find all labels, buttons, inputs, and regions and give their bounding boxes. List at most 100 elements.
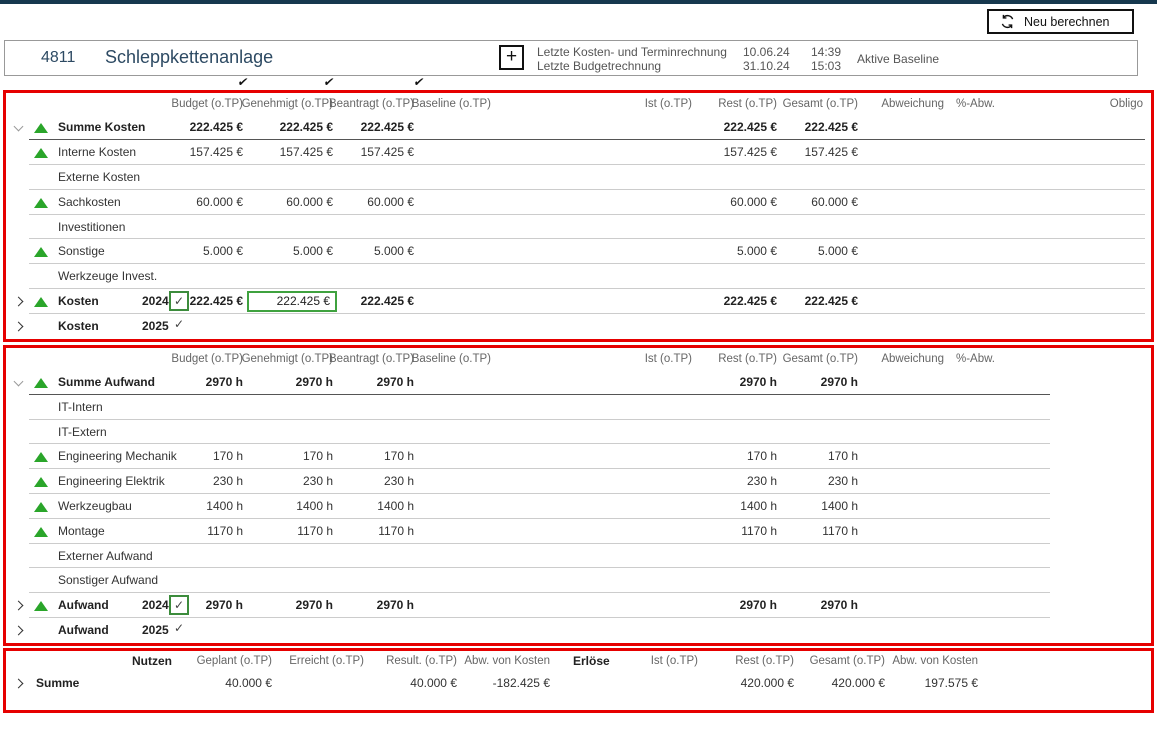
aufwand-table-row[interactable]: Sonstiger Aufwand xyxy=(6,568,1151,593)
col-abweichung: Abweichung xyxy=(881,93,944,115)
cell-genehmigt: 1170 h xyxy=(297,519,333,544)
aufwand-table-row[interactable]: Aufwand 2024 ✓ 2970 h 2970 h 2970 h 2970… xyxy=(6,593,1151,618)
cell-beantragt: 222.425 € xyxy=(361,289,414,314)
kosten-table-row[interactable]: Interne Kosten 157.425 € 157.425 € 157.4… xyxy=(6,140,1151,165)
nutzen-summe-row[interactable]: Summe 40.000 € 40.000 € -182.425 € 420.0… xyxy=(6,671,1151,695)
col-geplant: Geplant (o.TP) xyxy=(197,651,272,671)
aufwand-table-row[interactable]: Externer Aufwand xyxy=(6,544,1151,569)
column-marker-icon[interactable]: ✔ xyxy=(223,75,250,89)
year-checkbox[interactable]: ✓ xyxy=(169,620,189,640)
col-rest: Rest (o.TP) xyxy=(718,348,777,370)
cell-rest: 222.425 € xyxy=(724,289,777,314)
col-gesamt: Gesamt (o.TP) xyxy=(783,348,858,370)
last-budget-calculation-time: 15:03 xyxy=(811,59,841,73)
cell-genehmigt: 1400 h xyxy=(296,494,333,519)
active-baseline-label: Aktive Baseline xyxy=(857,52,939,66)
expander-icon[interactable] xyxy=(14,377,24,387)
aufwand-table-row[interactable]: Werkzeugbau 1400 h 1400 h 1400 h 1400 h … xyxy=(6,494,1151,519)
cell-beantragt: 170 h xyxy=(384,444,414,469)
aufwand-table-row[interactable]: Summe Aufwand 2970 h 2970 h 2970 h 2970 … xyxy=(6,370,1151,395)
green-triangle-icon xyxy=(34,378,48,388)
year-checkbox[interactable]: ✓ xyxy=(169,595,189,615)
row-year: 2025 xyxy=(142,314,169,339)
cell-budget: 1400 h xyxy=(206,494,243,519)
col-erreicht: Erreicht (o.TP) xyxy=(289,651,364,671)
last-cost-calculation: Letzte Kosten- und Terminrechnung 10.06.… xyxy=(537,45,727,59)
expander-icon[interactable] xyxy=(14,322,24,332)
green-triangle-icon xyxy=(34,297,48,307)
cell-budget: 60.000 € xyxy=(196,190,243,215)
recalculate-button[interactable]: Neu berechnen xyxy=(987,9,1134,34)
green-triangle-icon xyxy=(34,601,48,611)
kosten-table-row[interactable]: Investitionen xyxy=(6,215,1151,240)
col-prozent-abw: %-Abw. xyxy=(956,93,995,115)
expander-icon[interactable] xyxy=(14,122,24,132)
cell-genehmigt: 222.425 € xyxy=(280,115,333,140)
aufwand-header-row: Budget (o.TP) Genehmigt (o.TP) Beantragt… xyxy=(6,348,1151,370)
col-abw-von-kosten: Abw. von Kosten xyxy=(464,651,550,671)
aufwand-table-row[interactable]: Engineering Mechanik 170 h 170 h 170 h 1… xyxy=(6,444,1151,469)
aufwand-table-row[interactable]: Montage 1170 h 1170 h 1170 h 1170 h 1170… xyxy=(6,519,1151,544)
green-triangle-icon xyxy=(34,452,48,462)
cell-gesamt: 2970 h xyxy=(821,593,858,618)
cell-rest: 222.425 € xyxy=(724,115,777,140)
row-label: Externer Aufwand xyxy=(58,544,153,569)
kosten-table-row[interactable]: Sonstige 5.000 € 5.000 € 5.000 € 5.000 €… xyxy=(6,239,1151,264)
add-icon[interactable]: + xyxy=(499,45,524,70)
green-triangle-icon xyxy=(34,247,48,257)
last-cost-calculation-date: 10.06.24 xyxy=(743,45,790,59)
cell-rest: 170 h xyxy=(747,444,777,469)
kosten-table-row[interactable]: Werkzeuge Invest. xyxy=(6,264,1151,289)
col-abweichung: Abweichung xyxy=(881,348,944,370)
row-label: Summe Kosten xyxy=(58,115,145,140)
last-cost-calculation-label: Letzte Kosten- und Terminrechnung xyxy=(537,45,727,59)
col-erloese: Erlöse xyxy=(573,651,610,671)
cell-budget: 222.425 € xyxy=(190,115,243,140)
cell-budget: 2970 h xyxy=(206,370,243,395)
kosten-table-row[interactable]: Summe Kosten 222.425 € 222.425 € 222.425… xyxy=(6,115,1151,140)
cell-genehmigt: 5.000 € xyxy=(293,239,333,264)
row-label: Werkzeuge Invest. xyxy=(58,264,157,289)
kosten-table-row[interactable]: Kosten 2025 ✓ xyxy=(6,314,1151,339)
cell-gesamt: 170 h xyxy=(828,444,858,469)
project-title: Schleppkettenanlage xyxy=(105,47,273,68)
cell-rest: 420.000 € xyxy=(741,671,794,695)
kosten-panel: Budget (o.TP) Genehmigt (o.TP) Beantragt… xyxy=(3,90,1154,342)
year-checkbox[interactable]: ✓ xyxy=(169,291,189,311)
cell-rest: 1400 h xyxy=(740,494,777,519)
column-marker-icon[interactable]: ✔ xyxy=(399,75,426,89)
col-ist: Ist (o.TP) xyxy=(645,93,692,115)
cell-beantragt: 60.000 € xyxy=(367,190,414,215)
aufwand-table-row[interactable]: IT-Extern xyxy=(6,420,1151,445)
cell-gesamt: 157.425 € xyxy=(805,140,858,165)
genehmigt-edit-cell[interactable]: 222.425 € xyxy=(247,291,337,312)
cell-gesamt: 1400 h xyxy=(821,494,858,519)
col-prozent-abw: %-Abw. xyxy=(956,348,995,370)
col-gesamt: Gesamt (o.TP) xyxy=(810,651,885,671)
expander-icon[interactable] xyxy=(14,297,24,307)
kosten-table-row[interactable]: Kosten 2024 ✓ 222.425 € 222.425 € 222.42… xyxy=(6,289,1151,314)
cell-abw-von-kosten: -182.425 € xyxy=(493,671,550,695)
aufwand-table-row[interactable]: Aufwand 2025 ✓ xyxy=(6,618,1151,643)
expander-icon[interactable] xyxy=(14,626,24,636)
aufwand-table-row[interactable]: Engineering Elektrik 230 h 230 h 230 h 2… xyxy=(6,469,1151,494)
aufwand-table-row[interactable]: IT-Intern xyxy=(6,395,1151,420)
row-label: Aufwand xyxy=(58,618,109,643)
year-checkbox[interactable]: ✓ xyxy=(169,316,189,336)
expander-icon[interactable] xyxy=(14,679,24,689)
col-rest: Rest (o.TP) xyxy=(735,651,794,671)
nutzen-panel: Nutzen Geplant (o.TP) Erreicht (o.TP) Re… xyxy=(3,648,1154,713)
row-year: 2024 xyxy=(142,289,169,314)
last-budget-calculation-label: Letzte Budgetrechnung xyxy=(537,59,661,73)
kosten-table-row[interactable]: Externe Kosten xyxy=(6,165,1151,190)
row-year: 2025 xyxy=(142,618,169,643)
row-label: Montage xyxy=(58,519,105,544)
top-navy-bar xyxy=(0,0,1157,4)
expander-icon[interactable] xyxy=(14,601,24,611)
kosten-table-row[interactable]: Sachkosten 60.000 € 60.000 € 60.000 € 60… xyxy=(6,190,1151,215)
cell-budget: 5.000 € xyxy=(203,239,243,264)
column-marker-icon[interactable]: ✔ xyxy=(309,75,336,89)
cell-beantragt: 1400 h xyxy=(377,494,414,519)
col-ist: Ist (o.TP) xyxy=(645,348,692,370)
cell-budget: 2970 h xyxy=(206,593,243,618)
